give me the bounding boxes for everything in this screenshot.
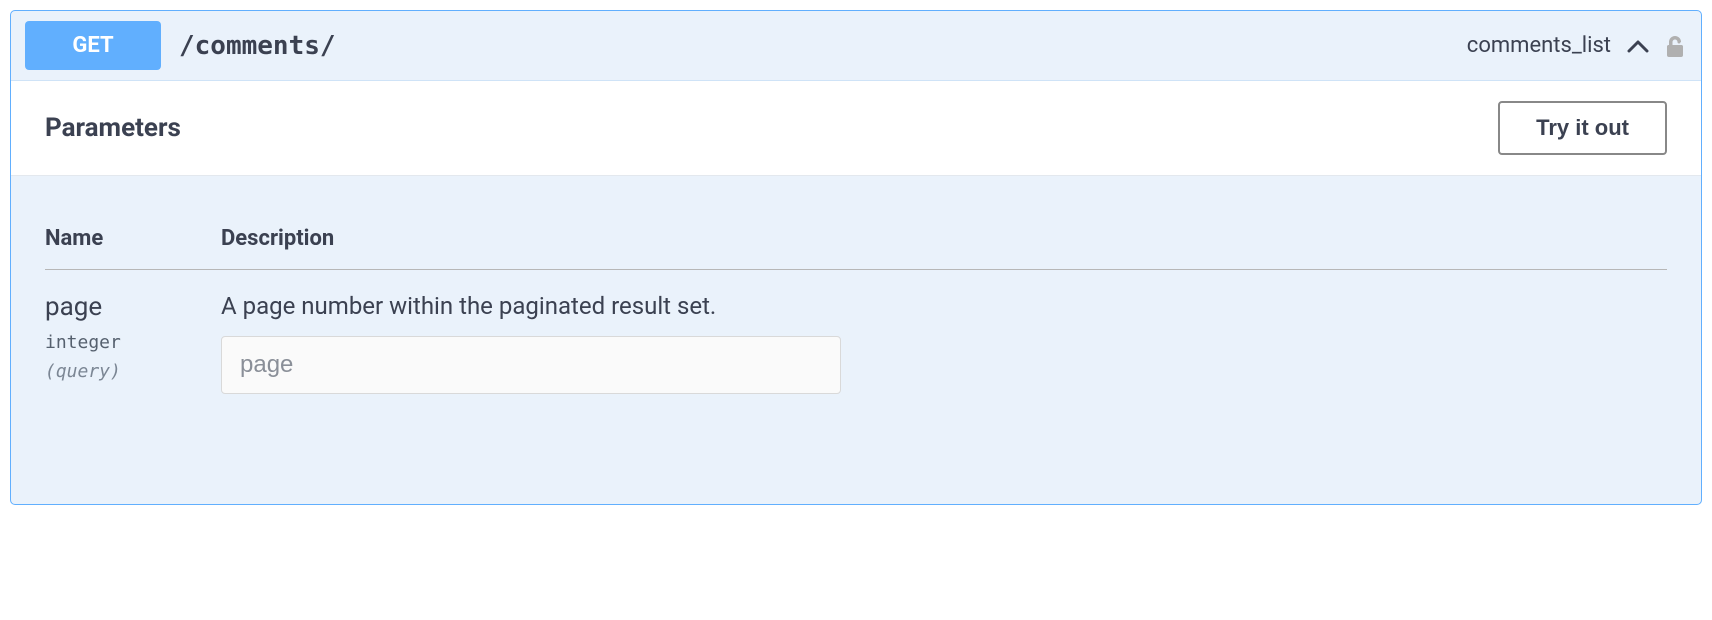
- table-row: page integer (query) A page number withi…: [45, 270, 1667, 395]
- parameters-body: Name Description page integer (query) A …: [11, 176, 1701, 504]
- column-header-name: Name: [45, 226, 221, 270]
- endpoint-path: /comments/: [179, 31, 1467, 61]
- param-input-page[interactable]: [221, 336, 841, 394]
- param-name: page: [45, 292, 221, 322]
- http-method-badge: GET: [25, 21, 161, 70]
- parameters-section-bar: Parameters Try it out: [11, 80, 1701, 176]
- try-it-out-button[interactable]: Try it out: [1498, 101, 1667, 155]
- unlock-icon[interactable]: [1663, 34, 1687, 58]
- column-header-description: Description: [221, 226, 1667, 270]
- parameters-table: Name Description page integer (query) A …: [45, 226, 1667, 394]
- operation-id: comments_list: [1467, 33, 1611, 58]
- param-type: integer: [45, 332, 221, 353]
- parameters-title: Parameters: [45, 113, 181, 143]
- operation-block: GET /comments/ comments_list Parameters …: [10, 10, 1702, 505]
- param-location: (query): [45, 361, 221, 382]
- chevron-up-icon[interactable]: [1625, 33, 1651, 59]
- operation-header[interactable]: GET /comments/ comments_list: [11, 11, 1701, 80]
- param-description: A page number within the paginated resul…: [221, 292, 1667, 320]
